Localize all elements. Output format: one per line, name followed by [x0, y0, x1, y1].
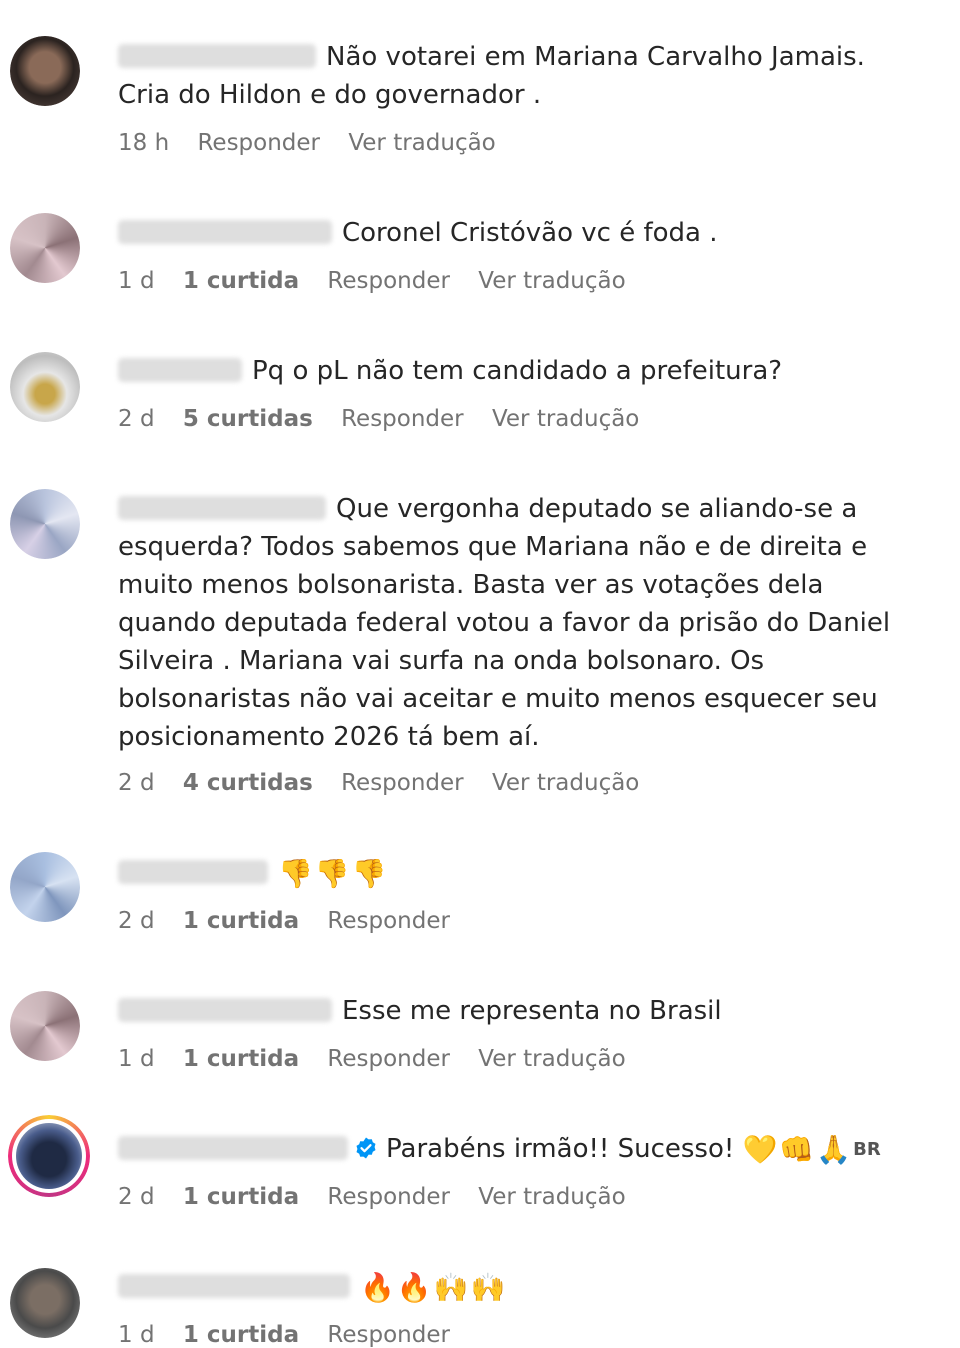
comment-text: Pq o pL não tem candidado a prefeitura? [118, 352, 923, 390]
username-blurred[interactable] [118, 998, 332, 1022]
comment-text: Esse me representa no Brasil [118, 992, 923, 1030]
likes-count[interactable]: 4 curtidas [183, 770, 313, 796]
likes-count[interactable]: 1 curtida [183, 1046, 299, 1072]
reply-button[interactable]: Responder [197, 130, 320, 156]
avatar-with-story-ring[interactable] [8, 1115, 90, 1197]
username-blurred[interactable] [118, 220, 332, 244]
username-blurred[interactable] [118, 1274, 350, 1298]
comment-text: 🔥🔥🙌🙌 [118, 1268, 923, 1307]
timestamp: 1 d [118, 1046, 155, 1072]
comment-text: 👎👎👎 [118, 854, 923, 893]
translate-button[interactable]: Ver tradução [348, 130, 495, 156]
timestamp: 18 h [118, 130, 170, 156]
translate-button[interactable]: Ver tradução [478, 268, 625, 294]
likes-count[interactable]: 1 curtida [183, 1322, 299, 1348]
comment-meta: 2 d 1 curtida Responder Ver tradução [118, 1184, 647, 1210]
avatar[interactable] [10, 991, 80, 1061]
comment-meta: 2 d 1 curtida Responder [118, 908, 471, 934]
reply-button[interactable]: Responder [341, 406, 464, 432]
timestamp: 2 d [118, 406, 155, 432]
timestamp: 1 d [118, 1322, 155, 1348]
comment-meta: 2 d 4 curtidas Responder Ver tradução [118, 770, 660, 796]
likes-count[interactable]: 1 curtida [183, 268, 299, 294]
comment-text: Que vergonha deputado se aliando-se a es… [118, 494, 891, 752]
timestamp: 2 d [118, 1184, 155, 1210]
timestamp: 2 d [118, 908, 155, 934]
comment-text: Não votarei em Mariana Carvalho Jamais. … [118, 42, 865, 110]
translate-button[interactable]: Ver tradução [478, 1184, 625, 1210]
translate-button[interactable]: Ver tradução [492, 770, 639, 796]
comment-text: Coronel Cristóvão vc é foda . [118, 214, 923, 252]
reply-button[interactable]: Responder [341, 770, 464, 796]
username-blurred[interactable] [118, 44, 316, 68]
translate-button[interactable]: Ver tradução [492, 406, 639, 432]
avatar[interactable] [10, 489, 80, 559]
username-blurred[interactable] [118, 1136, 348, 1160]
username-blurred[interactable] [118, 860, 268, 884]
avatar[interactable] [10, 1268, 80, 1338]
comment-meta: 1 d 1 curtida Responder [118, 1322, 471, 1348]
emoji-group: 💛👊🙏 [742, 1133, 854, 1166]
likes-count[interactable]: 1 curtida [183, 1184, 299, 1210]
timestamp: 1 d [118, 268, 155, 294]
comment-text: Parabéns irmão!! Sucesso! 💛👊🙏BR [118, 1130, 923, 1169]
reply-button[interactable]: Responder [327, 908, 450, 934]
avatar[interactable] [10, 36, 80, 106]
comment-meta: 1 d 1 curtida Responder Ver tradução [118, 268, 647, 294]
verified-badge-icon [356, 1137, 376, 1159]
comment-meta: 1 d 1 curtida Responder Ver tradução [118, 1046, 647, 1072]
reply-button[interactable]: Responder [327, 1046, 450, 1072]
timestamp: 2 d [118, 770, 155, 796]
username-blurred[interactable] [118, 358, 242, 382]
comment-meta: 18 h Responder Ver tradução [118, 130, 517, 156]
avatar[interactable] [10, 352, 80, 422]
username-blurred[interactable] [118, 496, 326, 520]
avatar[interactable] [10, 213, 80, 283]
comment-meta: 2 d 5 curtidas Responder Ver tradução [118, 406, 660, 432]
reply-button[interactable]: Responder [327, 268, 450, 294]
reply-button[interactable]: Responder [327, 1322, 450, 1348]
translate-button[interactable]: Ver tradução [478, 1046, 625, 1072]
likes-count[interactable]: 5 curtidas [183, 406, 313, 432]
flag-br: BR [853, 1139, 881, 1160]
reply-button[interactable]: Responder [327, 1184, 450, 1210]
likes-count[interactable]: 1 curtida [183, 908, 299, 934]
avatar[interactable] [10, 852, 80, 922]
